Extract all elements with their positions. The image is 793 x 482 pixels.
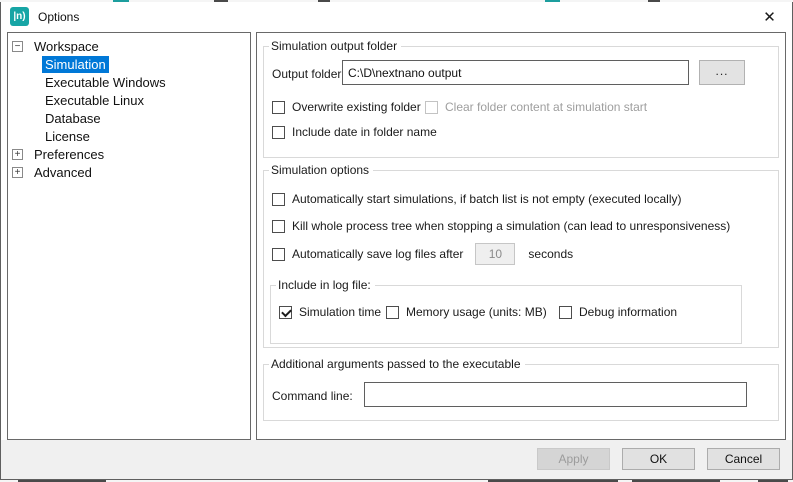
checkbox-label: Automatically start simulations, if batc… [292, 192, 681, 206]
close-icon: ✕ [763, 8, 776, 26]
window-title: Options [38, 10, 79, 24]
expander-plus-icon[interactable]: + [12, 149, 23, 160]
seconds-label: seconds [528, 247, 573, 261]
nextnano-logo-icon: |n) [10, 7, 29, 26]
simulation-settings-panel: Simulation output folder Output folder: … [256, 32, 786, 440]
group-legend: Simulation options [269, 163, 373, 177]
expander-plus-icon[interactable]: + [12, 167, 23, 178]
browse-button[interactable]: ... [699, 60, 745, 85]
checkbox-label: Automatically save log files after [292, 247, 463, 261]
close-button[interactable]: ✕ [747, 2, 792, 31]
command-line-input[interactable] [364, 382, 747, 407]
checkbox-label: Clear folder content at simulation start [445, 100, 647, 114]
apply-button[interactable]: Apply [537, 448, 610, 470]
tree-item-label[interactable]: License [42, 128, 93, 145]
tree-item-license[interactable]: License [8, 127, 250, 145]
tree-item-label[interactable]: Workspace [31, 38, 102, 55]
auto-save-seconds-input[interactable] [475, 243, 515, 265]
group-legend: Simulation output folder [269, 39, 401, 53]
checkbox-label: Memory usage (units: MB) [406, 305, 547, 319]
clear-folder-content-checkbox[interactable] [425, 101, 438, 114]
memory-usage-row[interactable]: Memory usage (units: MB) [386, 305, 547, 319]
kill-process-tree-row[interactable]: Kill whole process tree when stopping a … [272, 219, 730, 233]
debug-information-row[interactable]: Debug information [559, 305, 677, 319]
clear-folder-content-row[interactable]: Clear folder content at simulation start [425, 100, 647, 114]
overwrite-existing-folder-row[interactable]: Overwrite existing folder [272, 100, 421, 114]
title-bar: |n) Options ✕ [1, 2, 792, 31]
checkbox-label: Debug information [579, 305, 677, 319]
cancel-button[interactable]: Cancel [707, 448, 780, 470]
screen: |n) Options ✕ − Workspace Simulation Exe… [0, 0, 793, 482]
tree-item-database[interactable]: Database [8, 109, 250, 127]
tree-item-label[interactable]: Preferences [31, 146, 107, 163]
settings-tree-panel: − Workspace Simulation Executable Window… [7, 32, 251, 440]
include-date-checkbox[interactable] [272, 126, 285, 139]
simulation-time-row[interactable]: Simulation time [279, 305, 381, 319]
tree-item-label[interactable]: Database [42, 110, 104, 127]
tree-item-label[interactable]: Advanced [31, 164, 95, 181]
auto-save-log-row: Automatically save log files after secon… [272, 243, 573, 265]
output-folder-label: Output folder: [272, 67, 345, 81]
tree-item-executable-linux[interactable]: Executable Linux [8, 91, 250, 109]
simulation-output-folder-group: Simulation output folder Output folder: … [263, 39, 779, 158]
auto-start-checkbox[interactable] [272, 193, 285, 206]
kill-process-tree-checkbox[interactable] [272, 220, 285, 233]
additional-arguments-group: Additional arguments passed to the execu… [263, 357, 779, 421]
tree-item-advanced[interactable]: + Advanced [8, 163, 250, 181]
command-line-label: Command line: [272, 389, 353, 403]
checkbox-label: Overwrite existing folder [292, 100, 421, 114]
ok-button[interactable]: OK [622, 448, 695, 470]
group-legend: Include in log file: [276, 278, 375, 292]
output-folder-input[interactable] [342, 60, 689, 85]
tree-item-simulation[interactable]: Simulation [8, 55, 250, 73]
group-legend: Additional arguments passed to the execu… [269, 357, 525, 371]
tree-item-workspace[interactable]: − Workspace [8, 37, 250, 55]
simulation-options-group: Simulation options Automatically start s… [263, 163, 779, 348]
tree-item-label-selected[interactable]: Simulation [42, 56, 109, 73]
tree-item-executable-windows[interactable]: Executable Windows [8, 73, 250, 91]
debug-information-checkbox[interactable] [559, 306, 572, 319]
memory-usage-checkbox[interactable] [386, 306, 399, 319]
auto-start-row[interactable]: Automatically start simulations, if batc… [272, 192, 681, 206]
checkbox-label: Kill whole process tree when stopping a … [292, 219, 730, 233]
include-date-row[interactable]: Include date in folder name [272, 125, 437, 139]
overwrite-existing-folder-checkbox[interactable] [272, 101, 285, 114]
include-in-log-file-group: Include in log file: Simulation time Mem… [270, 278, 742, 344]
tree-item-label[interactable]: Executable Linux [42, 92, 147, 109]
checkbox-label: Simulation time [299, 305, 381, 319]
tree-item-label[interactable]: Executable Windows [42, 74, 169, 91]
expander-minus-icon[interactable]: − [12, 41, 23, 52]
simulation-time-checkbox[interactable] [279, 306, 292, 319]
checkbox-label: Include date in folder name [292, 125, 437, 139]
tree-item-preferences[interactable]: + Preferences [8, 145, 250, 163]
auto-save-log-checkbox[interactable] [272, 248, 285, 261]
dialog-footer: Apply OK Cancel [1, 440, 792, 479]
